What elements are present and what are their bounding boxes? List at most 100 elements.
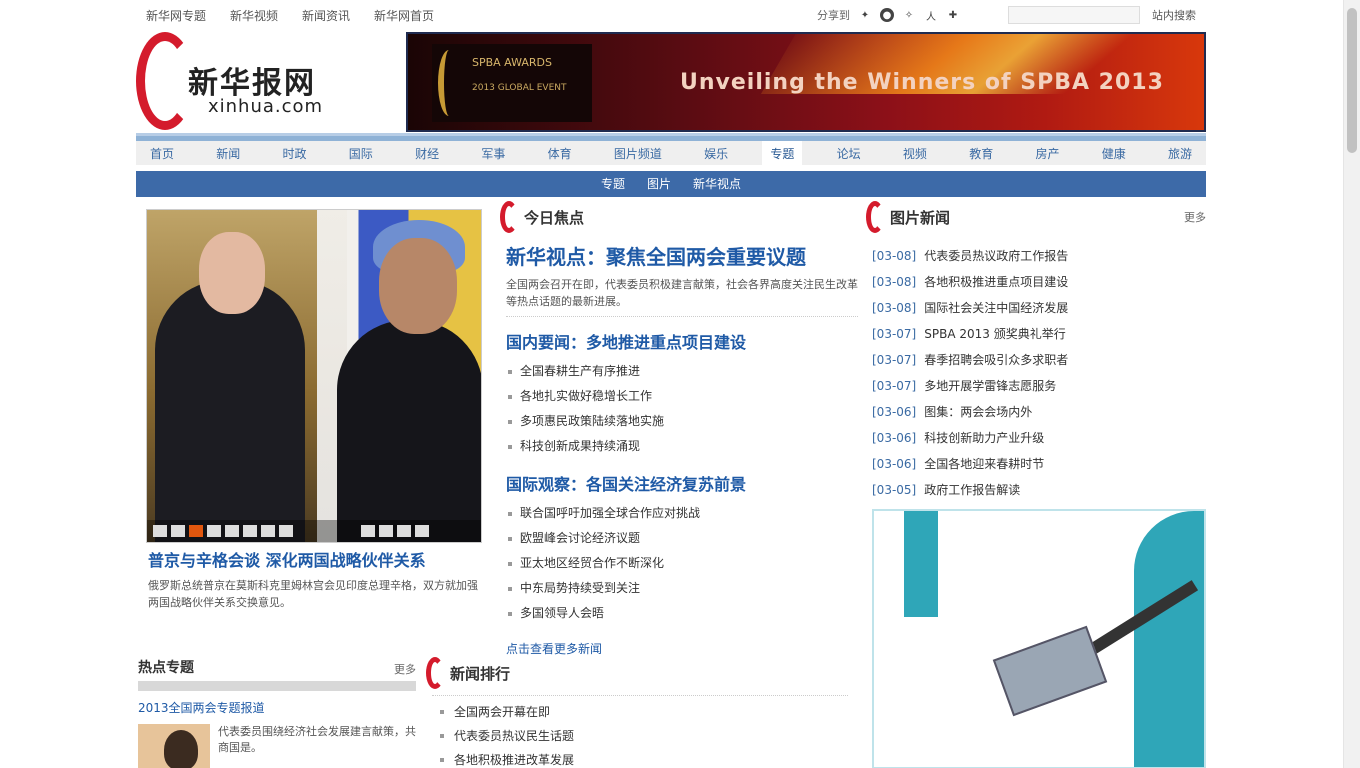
carousel-dot[interactable] bbox=[379, 525, 393, 537]
nav-item[interactable]: 论坛 bbox=[829, 141, 869, 165]
nav-item[interactable]: 时政 bbox=[275, 141, 315, 165]
photo-caption-title[interactable]: 普京与辛格会谈 深化两国战略伙伴关系 bbox=[148, 547, 484, 571]
list-item[interactable]: 各地扎实做好稳增长工作 bbox=[506, 384, 858, 409]
headline-link[interactable]: 新华视点：聚焦全国两会重要议题 bbox=[506, 241, 858, 270]
side-ad[interactable] bbox=[872, 509, 1206, 768]
item-title[interactable]: 各地积极推进重点项目建设 bbox=[924, 269, 1068, 295]
carousel-dot[interactable] bbox=[397, 525, 411, 537]
carousel-dot[interactable] bbox=[279, 525, 293, 537]
carousel-dot[interactable] bbox=[415, 525, 429, 537]
ad-shape bbox=[904, 511, 938, 617]
news-list: 全国春耕生产有序推进 各地扎实做好稳增长工作 多项惠民政策陆续落地实施 科技创新… bbox=[506, 359, 858, 459]
site-logo[interactable]: 新华报网 xinhua.com bbox=[136, 32, 376, 132]
search-input[interactable] bbox=[1008, 6, 1140, 24]
list-item[interactable]: [03-08] 各地积极推进重点项目建设 bbox=[872, 269, 1206, 295]
badge-title: SPBA AWARDS bbox=[472, 56, 553, 69]
nav-item[interactable]: 财经 bbox=[407, 141, 447, 165]
list-item[interactable]: 中东局势持续受到关注 bbox=[506, 576, 858, 601]
list-item[interactable]: [03-05] 政府工作报告解读 bbox=[872, 477, 1206, 503]
list-item[interactable]: [03-07] 春季招聘会吸引众多求职者 bbox=[872, 347, 1206, 373]
item-title[interactable]: 春季招聘会吸引众多求职者 bbox=[924, 347, 1068, 373]
list-item[interactable]: 联合国呼吁加强全球合作应对挑战 bbox=[506, 501, 858, 526]
carousel-dot[interactable] bbox=[243, 525, 257, 537]
more-link[interactable]: 更多 bbox=[1184, 209, 1206, 225]
section-arc-icon bbox=[426, 657, 444, 689]
item-date: [03-06] bbox=[872, 457, 917, 471]
subheadline-link[interactable]: 国际观察：各国关注经济复苏前景 bbox=[506, 471, 858, 495]
sina-weibo-icon[interactable]: ✦ bbox=[858, 8, 872, 22]
item-title[interactable]: 政府工作报告解读 bbox=[924, 477, 1020, 503]
list-item[interactable]: [03-06] 图集：两会会场内外 bbox=[872, 399, 1206, 425]
carousel-dot[interactable] bbox=[153, 525, 167, 537]
list-item[interactable]: 多项惠民政策陆续落地实施 bbox=[506, 409, 858, 434]
renren-icon[interactable]: 人 bbox=[924, 8, 938, 23]
more-link[interactable]: 更多 bbox=[394, 661, 416, 677]
scrollbar-thumb[interactable] bbox=[1347, 8, 1357, 153]
banner-ad[interactable]: SPBA AWARDS 2013 GLOBAL EVENT Unveiling … bbox=[406, 32, 1206, 132]
list-item[interactable]: 全国春耕生产有序推进 bbox=[506, 359, 858, 384]
more-news-link[interactable]: 点击查看更多新闻 bbox=[506, 640, 858, 657]
topic-link[interactable]: 2013全国两会专题报道 bbox=[138, 699, 416, 716]
carousel-dot-active[interactable] bbox=[189, 525, 203, 537]
list-item[interactable]: [03-08] 代表委员热议政府工作报告 bbox=[872, 243, 1206, 269]
kaixin-icon[interactable]: ✚ bbox=[946, 8, 960, 22]
nav-item[interactable]: 视频 bbox=[895, 141, 935, 165]
item-date: [03-07] bbox=[872, 327, 917, 341]
nav-item[interactable]: 旅游 bbox=[1160, 141, 1200, 165]
nav-item[interactable]: 图片频道 bbox=[606, 141, 670, 165]
carousel-dot[interactable] bbox=[207, 525, 221, 537]
item-title[interactable]: 图集：两会会场内外 bbox=[924, 399, 1032, 425]
item-title[interactable]: 全国各地迎来春耕时节 bbox=[924, 451, 1044, 477]
dated-news-list: [03-08] 代表委员热议政府工作报告 [03-08] 各地积极推进重点项目建设 [0… bbox=[872, 243, 1206, 503]
item-title[interactable]: 国际社会关注中国经济发展 bbox=[924, 295, 1068, 321]
nav-item[interactable]: 军事 bbox=[473, 141, 513, 165]
list-item[interactable]: [03-06] 科技创新助力产业升级 bbox=[872, 425, 1206, 451]
subnav-item[interactable]: 新华视点 bbox=[693, 171, 741, 197]
list-item[interactable]: 各地积极推进改革发展 bbox=[432, 748, 848, 768]
topic-text: 代表委员围绕经济社会发展建言献策，共商国是。 bbox=[218, 725, 416, 754]
qq-icon[interactable]: ● bbox=[880, 8, 894, 22]
list-item[interactable]: 代表委员热议民生话题 bbox=[432, 724, 848, 748]
item-title[interactable]: 科技创新助力产业升级 bbox=[924, 425, 1044, 451]
top-link[interactable]: 新华视频 bbox=[230, 7, 278, 24]
list-item[interactable]: [03-08] 国际社会关注中国经济发展 bbox=[872, 295, 1206, 321]
carousel-dot[interactable] bbox=[261, 525, 275, 537]
headline-summary: 全国两会召开在即，代表委员积极建言献策，社会各界高度关注民生改革等热点话题的最新… bbox=[506, 276, 858, 317]
item-title[interactable]: 代表委员热议政府工作报告 bbox=[924, 243, 1068, 269]
subnav-item[interactable]: 专题 bbox=[601, 171, 625, 197]
carousel-dot[interactable] bbox=[171, 525, 185, 537]
list-item[interactable]: 多国领导人会晤 bbox=[506, 601, 858, 626]
page-scrollbar[interactable] bbox=[1343, 0, 1360, 768]
nav-item[interactable]: 体育 bbox=[540, 141, 580, 165]
nav-item[interactable]: 娱乐 bbox=[696, 141, 736, 165]
top-link[interactable]: 新华网专题 bbox=[146, 7, 206, 24]
subheadline-link[interactable]: 国内要闻：多地推进重点项目建设 bbox=[506, 329, 858, 353]
photo-carousel[interactable] bbox=[146, 209, 482, 543]
nav-item[interactable]: 专题 bbox=[762, 141, 803, 165]
list-item[interactable]: [03-06] 全国各地迎来春耕时节 bbox=[872, 451, 1206, 477]
list-item[interactable]: 亚太地区经贸合作不断深化 bbox=[506, 551, 858, 576]
topic-thumbnail[interactable] bbox=[138, 724, 210, 768]
list-item[interactable]: [03-07] SPBA 2013 颁奖典礼举行 bbox=[872, 321, 1206, 347]
list-item[interactable]: 欧盟峰会讨论经济议题 bbox=[506, 526, 858, 551]
subnav-item[interactable]: 图片 bbox=[647, 171, 671, 197]
nav-item[interactable]: 健康 bbox=[1094, 141, 1134, 165]
list-item[interactable]: 全国两会开幕在即 bbox=[432, 700, 848, 724]
list-item[interactable]: [03-07] 多地开展学雷锋志愿服务 bbox=[872, 373, 1206, 399]
nav-item[interactable]: 新闻 bbox=[208, 141, 248, 165]
tencent-weibo-icon[interactable]: ✧ bbox=[902, 8, 916, 22]
nav-item[interactable]: 房产 bbox=[1027, 141, 1067, 165]
section-header: 新闻排行 bbox=[426, 657, 848, 689]
item-title[interactable]: 多地开展学雷锋志愿服务 bbox=[924, 373, 1056, 399]
carousel-dot[interactable] bbox=[225, 525, 239, 537]
top-link[interactable]: 新华网首页 bbox=[374, 7, 434, 24]
list-item[interactable]: 科技创新成果持续涌现 bbox=[506, 434, 858, 459]
search-button[interactable]: 站内搜索 bbox=[1152, 7, 1196, 23]
nav-item[interactable]: 教育 bbox=[961, 141, 1001, 165]
photo-news-section: 图片新闻 更多 [03-08] 代表委员热议政府工作报告 [03-08] 各地积极推进… bbox=[866, 201, 1206, 503]
nav-item[interactable]: 首页 bbox=[142, 141, 182, 165]
item-title[interactable]: SPBA 2013 颁奖典礼举行 bbox=[924, 321, 1065, 347]
carousel-dot[interactable] bbox=[361, 525, 375, 537]
nav-item[interactable]: 国际 bbox=[341, 141, 381, 165]
top-link[interactable]: 新闻资讯 bbox=[302, 7, 350, 24]
